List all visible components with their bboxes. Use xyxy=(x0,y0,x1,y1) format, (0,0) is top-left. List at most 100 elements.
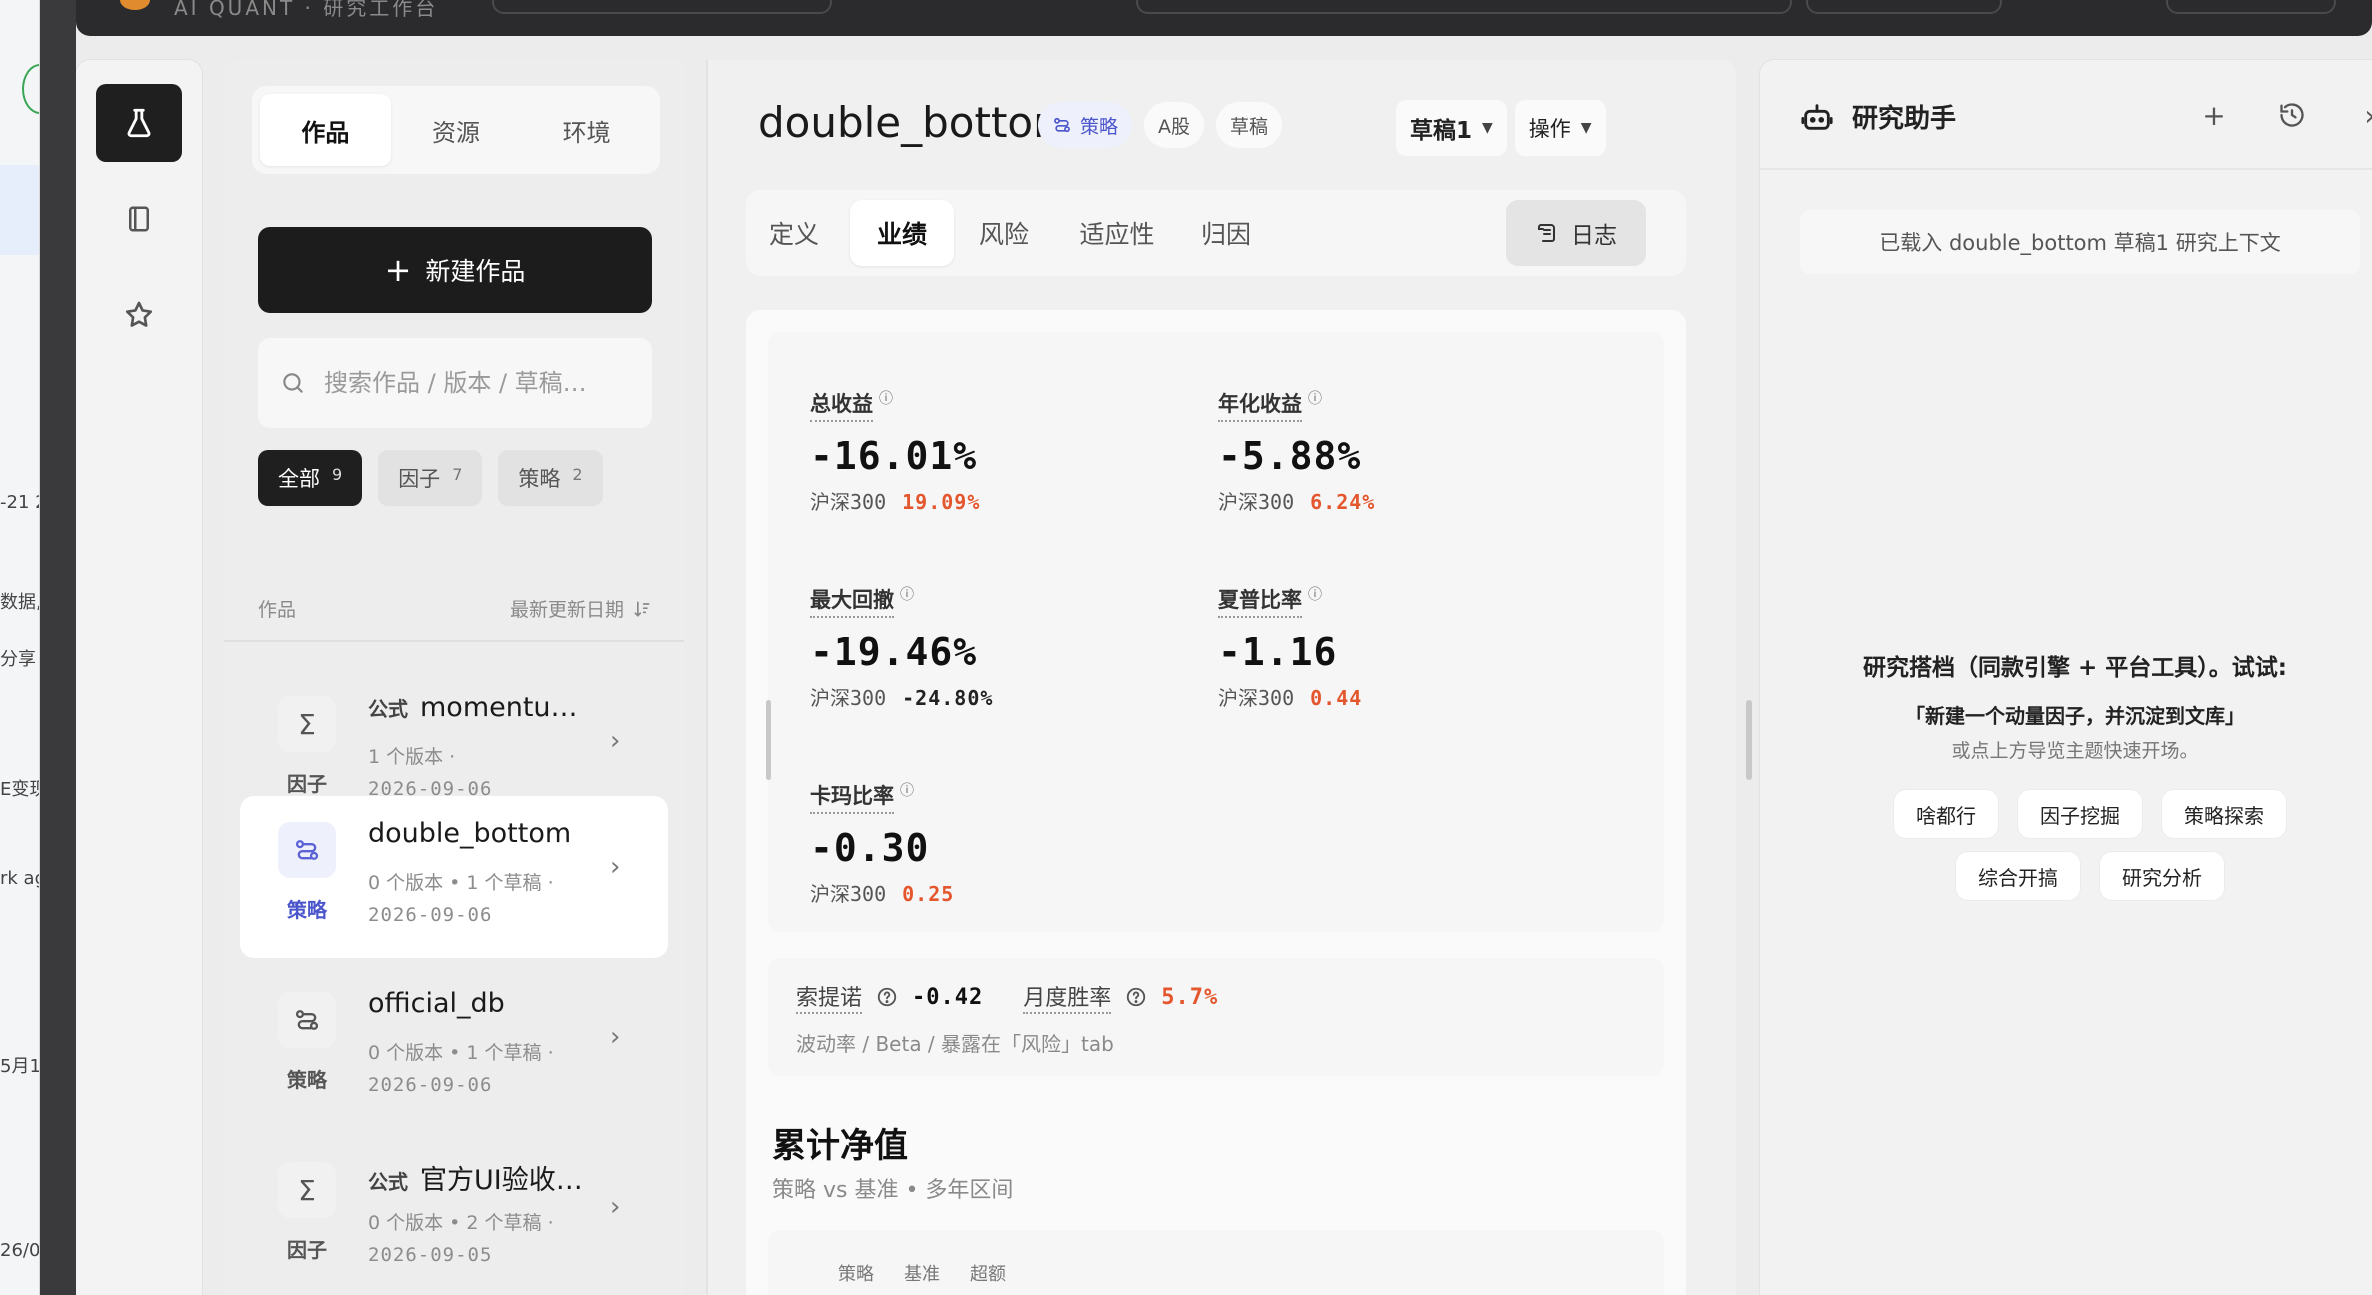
item-kind: 因子 xyxy=(287,772,327,796)
legend-item[interactable]: 超额 xyxy=(970,1260,1006,1286)
strategy-badge-label: 策略 xyxy=(1080,115,1119,138)
item-kind: 策略 xyxy=(287,1068,327,1092)
suggestion-strategy[interactable]: 策略探索 xyxy=(2162,790,2286,838)
chevron-right-icon: › xyxy=(610,1022,621,1052)
benchmark-value: 0.44 xyxy=(1310,686,1363,710)
info-icon[interactable]: ⓘ xyxy=(900,587,914,603)
search-input[interactable] xyxy=(324,369,624,397)
top-user-pill[interactable] xyxy=(2166,0,2336,14)
plus-icon[interactable]: + xyxy=(2200,98,2228,132)
item-name: double_bottom xyxy=(368,818,572,849)
assistant-actions: + › xyxy=(2200,98,2372,132)
benchmark-value: 6.24% xyxy=(1310,490,1376,514)
filter-label: 因子 xyxy=(398,467,441,491)
sort-toggle[interactable]: 最新更新日期 xyxy=(510,595,652,622)
metric-label[interactable]: 夏普比率 xyxy=(1218,584,1302,618)
legend-item[interactable]: 策略 xyxy=(838,1260,874,1286)
item-date: 2026-09-06 xyxy=(368,904,493,926)
top-right-pill[interactable] xyxy=(1806,0,2002,14)
metric-label[interactable]: 最大回撤 xyxy=(810,584,894,618)
item-title: 公式 momentu… xyxy=(368,692,578,723)
item-meta: 0 个版本 • 2 个草稿 · xyxy=(368,1212,554,1234)
filter-strategy[interactable]: 策略 2 xyxy=(498,450,603,506)
context-banner: 已载入 double_bottom 草稿1 研究上下文 xyxy=(1800,210,2360,274)
tab-environment[interactable]: 环境 xyxy=(521,94,652,166)
info-icon[interactable]: ⓘ xyxy=(900,783,914,799)
info-icon[interactable]: ⓘ xyxy=(1308,587,1322,603)
win-rate-value: 5.7% xyxy=(1161,984,1219,1010)
tab-performance[interactable]: 业绩 xyxy=(850,200,954,266)
background-text: -21 2 xyxy=(0,492,39,513)
metric-total-return: 总收益 ⓘ -16.01% 沪深300 19.09% xyxy=(810,388,1210,515)
sortino-label[interactable]: 索提诺 xyxy=(796,980,863,1014)
legend-item[interactable]: 基准 xyxy=(904,1260,940,1286)
title-badges: 策略 A股 草稿 xyxy=(1038,102,1283,148)
tab-definition[interactable]: 定义 xyxy=(754,200,834,266)
log-label: 日志 xyxy=(1571,223,1617,249)
actions-label: 操作 xyxy=(1528,117,1571,141)
background-text: 分享 xyxy=(0,649,36,670)
filter-factor[interactable]: 因子 7 xyxy=(378,450,483,506)
help-icon[interactable] xyxy=(876,986,898,1008)
works-search xyxy=(258,338,652,428)
tab-works[interactable]: 作品 xyxy=(260,94,391,166)
list-item[interactable]: 策略 official_db 0 个版本 • 1 个草稿 · 2026-09-0… xyxy=(240,966,668,1128)
tab-risk[interactable]: 风险 xyxy=(964,200,1044,266)
resize-handle[interactable] xyxy=(766,700,771,780)
log-button[interactable]: 日志 xyxy=(1506,200,1646,266)
top-center-pill[interactable] xyxy=(1136,0,1792,14)
filter-all[interactable]: 全部 9 xyxy=(258,450,363,506)
background-text: rk ag xyxy=(0,868,39,889)
new-work-button[interactable]: + 新建作品 xyxy=(258,227,652,313)
filter-chips: 全部 9 因子 7 策略 2 xyxy=(258,450,603,506)
suggestion-all-in[interactable]: 综合开搞 xyxy=(1956,852,2080,900)
benchmark-value: 19.09% xyxy=(902,490,981,514)
tab-resources[interactable]: 资源 xyxy=(391,94,522,166)
history-icon[interactable] xyxy=(2278,98,2306,132)
logo-icon xyxy=(120,0,150,10)
app-window: AI QUANT · 研究工作台 作品 资源 环境 + 新建作品 搜索作品 / … xyxy=(76,0,2372,1295)
metric-label[interactable]: 年化收益 xyxy=(1218,388,1302,422)
actions-dropdown[interactable]: 操作 ▼ xyxy=(1514,100,1606,156)
filter-label: 全部 xyxy=(278,467,320,491)
help-icon[interactable] xyxy=(1125,986,1147,1008)
strategy-badge: 策略 xyxy=(1038,102,1133,148)
tab-adaptability[interactable]: 适应性 xyxy=(1062,200,1172,266)
resize-handle[interactable] xyxy=(1746,700,1752,780)
benchmark-label: 沪深300 xyxy=(810,882,887,906)
sigma-icon: Σ xyxy=(278,696,336,752)
benchmark-row: 沪深300 0.25 xyxy=(810,878,1210,907)
benchmark-value: -24.80% xyxy=(902,686,994,710)
info-icon[interactable]: ⓘ xyxy=(1308,391,1322,407)
suggestion-analysis[interactable]: 研究分析 xyxy=(2100,852,2224,900)
list-item[interactable]: 策略 double_bottom 0 个版本 • 1 个草稿 · 2026-09… xyxy=(240,796,668,958)
metrics-card: 总收益 ⓘ -16.01% 沪深300 19.09% 年化收益 ⓘ -5.88% 沪深… xyxy=(768,332,1664,932)
sortino-value: -0.42 xyxy=(912,984,984,1010)
flask-icon xyxy=(127,108,151,138)
list-item[interactable]: Σ 因子 公式 官方UI验收… 0 个版本 • 2 个草稿 · 2026-09-… xyxy=(240,1136,668,1295)
rail-lab-button[interactable] xyxy=(96,84,182,162)
assistant-divider xyxy=(1760,168,2372,170)
metric-label[interactable]: 总收益 xyxy=(810,388,873,422)
top-search-pill[interactable] xyxy=(492,0,832,14)
win-rate-label[interactable]: 月度胜率 xyxy=(1023,980,1112,1014)
chevron-right-icon[interactable]: › xyxy=(2356,98,2372,132)
suggestion-anything[interactable]: 啥都行 xyxy=(1894,790,1998,838)
filter-count: 7 xyxy=(452,464,463,484)
metric-label[interactable]: 卡玛比率 xyxy=(810,780,894,814)
draft-select[interactable]: 草稿1 ▼ xyxy=(1396,100,1507,156)
item-title: official_db xyxy=(368,988,505,1019)
rail-library-button[interactable] xyxy=(96,180,182,258)
background-text: 数据, xyxy=(0,592,40,613)
info-icon[interactable]: ⓘ xyxy=(879,391,893,407)
performance-content: 总收益 ⓘ -16.01% 沪深300 19.09% 年化收益 ⓘ -5.88% 沪深… xyxy=(746,310,1686,1295)
assistant-hint-example: 「新建一个动量因子，并沉淀到文库」 xyxy=(1905,704,2245,728)
background-avatar xyxy=(22,64,39,114)
tab-attribution[interactable]: 归因 xyxy=(1186,200,1266,266)
rail-favorites-button[interactable] xyxy=(96,276,182,354)
suggestion-factor-mining[interactable]: 因子挖掘 xyxy=(2018,790,2142,838)
item-tag: 公式 xyxy=(368,697,408,721)
benchmark-row: 沪深300 6.24% xyxy=(1218,486,1618,515)
chevron-right-icon: › xyxy=(610,1192,621,1222)
metric-calmar: 卡玛比率 ⓘ -0.30 沪深300 0.25 xyxy=(810,780,1210,907)
